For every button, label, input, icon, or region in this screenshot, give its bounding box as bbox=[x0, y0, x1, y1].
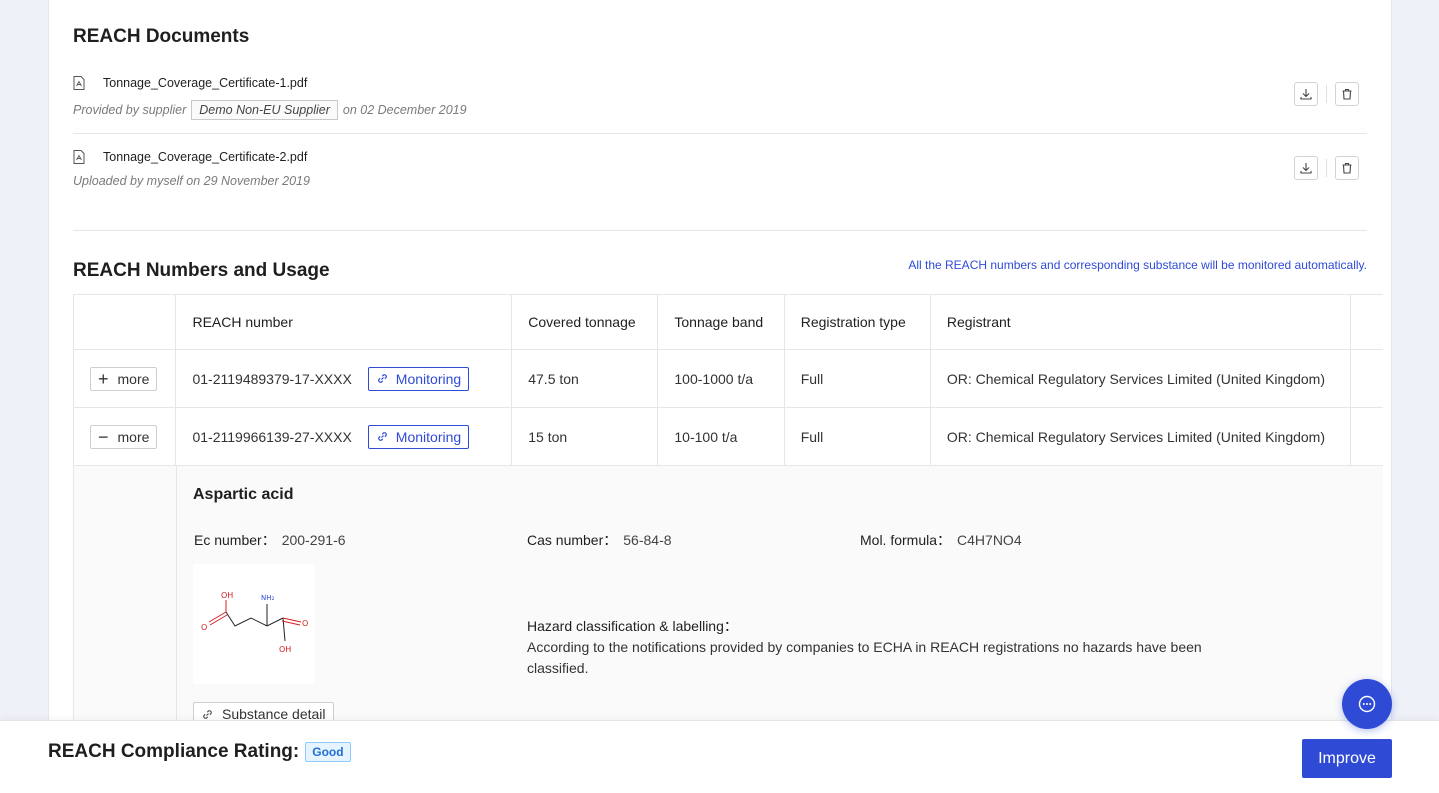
molecule-structure-image: OH NH₂ O O OH bbox=[193, 564, 315, 684]
document-meta: Provided by supplier Demo Non-EU Supplie… bbox=[73, 100, 467, 120]
monitoring-notice: All the REACH numbers and corresponding … bbox=[908, 258, 1367, 272]
structure-label: NH₂ bbox=[261, 594, 275, 602]
delete-button[interactable] bbox=[1335, 156, 1359, 180]
compliance-rating-title: REACH Compliance Rating: bbox=[48, 741, 300, 762]
documents-title: REACH Documents bbox=[73, 26, 250, 47]
link-icon bbox=[377, 374, 387, 383]
column-header: REACH number bbox=[176, 295, 513, 349]
covered-tonnage: 47.5 ton bbox=[512, 350, 659, 407]
structure-label: O bbox=[302, 619, 308, 628]
download-button[interactable] bbox=[1294, 156, 1318, 180]
document-name[interactable]: Tonnage_Coverage_Certificate-1.pdf bbox=[103, 76, 307, 90]
table-row: − more 01-2119966139-27-XXXX Monitoring … bbox=[73, 408, 1383, 466]
registrant: OR: Chemical Regulatory Services Limited… bbox=[931, 350, 1351, 407]
link-icon bbox=[377, 432, 387, 441]
minus-icon: − bbox=[98, 426, 109, 447]
link-icon bbox=[203, 709, 212, 719]
structure-label: OH bbox=[221, 591, 233, 600]
collapse-more-button[interactable]: − more bbox=[90, 424, 158, 449]
column-header: Covered tonnage bbox=[512, 295, 659, 349]
ec-number: Ec number： 200-291-6 bbox=[194, 532, 346, 548]
compliance-footer: REACH Compliance Rating: Good Improve bbox=[0, 720, 1439, 793]
column-header: Registrant bbox=[931, 295, 1351, 349]
pdf-file-icon bbox=[73, 150, 85, 164]
tonnage-band: 10-100 t/a bbox=[658, 408, 785, 465]
download-icon bbox=[1300, 163, 1312, 174]
usage-title: REACH Numbers and Usage bbox=[73, 260, 330, 281]
column-header: Tonnage band bbox=[658, 295, 785, 349]
document-name[interactable]: Tonnage_Coverage_Certificate-2.pdf bbox=[103, 150, 307, 164]
delete-button[interactable] bbox=[1335, 82, 1359, 106]
chat-icon bbox=[1358, 695, 1376, 713]
column-header: Registration type bbox=[785, 295, 931, 349]
pdf-file-icon bbox=[73, 76, 85, 90]
table-header: REACH number Covered tonnage Tonnage ban… bbox=[73, 295, 1383, 350]
rating-badge: Good bbox=[305, 742, 351, 762]
reach-number: 01-2119966139-27-XXXX bbox=[192, 428, 352, 445]
substance-name: Aspartic acid bbox=[193, 486, 294, 503]
monitoring-button[interactable]: Monitoring bbox=[367, 424, 470, 449]
plus-icon: + bbox=[98, 368, 109, 389]
trash-icon bbox=[1342, 88, 1352, 100]
monitoring-button[interactable]: Monitoring bbox=[367, 366, 470, 391]
expanded-row: Aspartic acid Ec number： 200-291-6 Cas nu… bbox=[73, 466, 1383, 736]
divider bbox=[73, 133, 1367, 134]
download-icon bbox=[1300, 89, 1312, 100]
document-item: Tonnage_Coverage_Certificate-2.pdf Uploa… bbox=[73, 150, 1367, 200]
mol-formula: Mol. formula： C4H7NO4 bbox=[860, 532, 1022, 548]
reach-number: 01-2119489379-17-XXXX bbox=[192, 370, 352, 387]
download-button[interactable] bbox=[1294, 82, 1318, 106]
substance-details: Aspartic acid Ec number： 200-291-6 Cas nu… bbox=[177, 466, 1383, 736]
document-item: Tonnage_Coverage_Certificate-1.pdf Provi… bbox=[73, 76, 1367, 126]
document-meta: Uploaded by myself on 29 November 2019 bbox=[73, 174, 310, 188]
covered-tonnage: 15 ton bbox=[512, 408, 659, 465]
structure-label: O bbox=[201, 623, 207, 632]
table-row: + more 01-2119489379-17-XXXX Monitoring … bbox=[73, 350, 1383, 408]
trash-icon bbox=[1342, 162, 1352, 174]
main-card: REACH Documents Tonnage_Coverage_Certifi… bbox=[48, 0, 1392, 793]
tonnage-band: 100-1000 t/a bbox=[658, 350, 785, 407]
structure-label: OH bbox=[279, 645, 291, 654]
improve-button[interactable]: Improve bbox=[1302, 739, 1392, 778]
section-divider bbox=[73, 230, 1367, 231]
registrant: OR: Chemical Regulatory Services Limited… bbox=[931, 408, 1351, 465]
supplier-tag: Demo Non-EU Supplier bbox=[191, 100, 338, 120]
hazard-classification: Hazard classification & labelling： Accor… bbox=[527, 618, 1202, 676]
registration-type: Full bbox=[785, 350, 931, 407]
registration-type: Full bbox=[785, 408, 931, 465]
expand-more-button[interactable]: + more bbox=[90, 366, 158, 391]
cas-number: Cas number： 56-84-8 bbox=[527, 532, 672, 548]
chat-button[interactable] bbox=[1342, 679, 1392, 729]
reach-table: REACH number Covered tonnage Tonnage ban… bbox=[73, 294, 1383, 736]
